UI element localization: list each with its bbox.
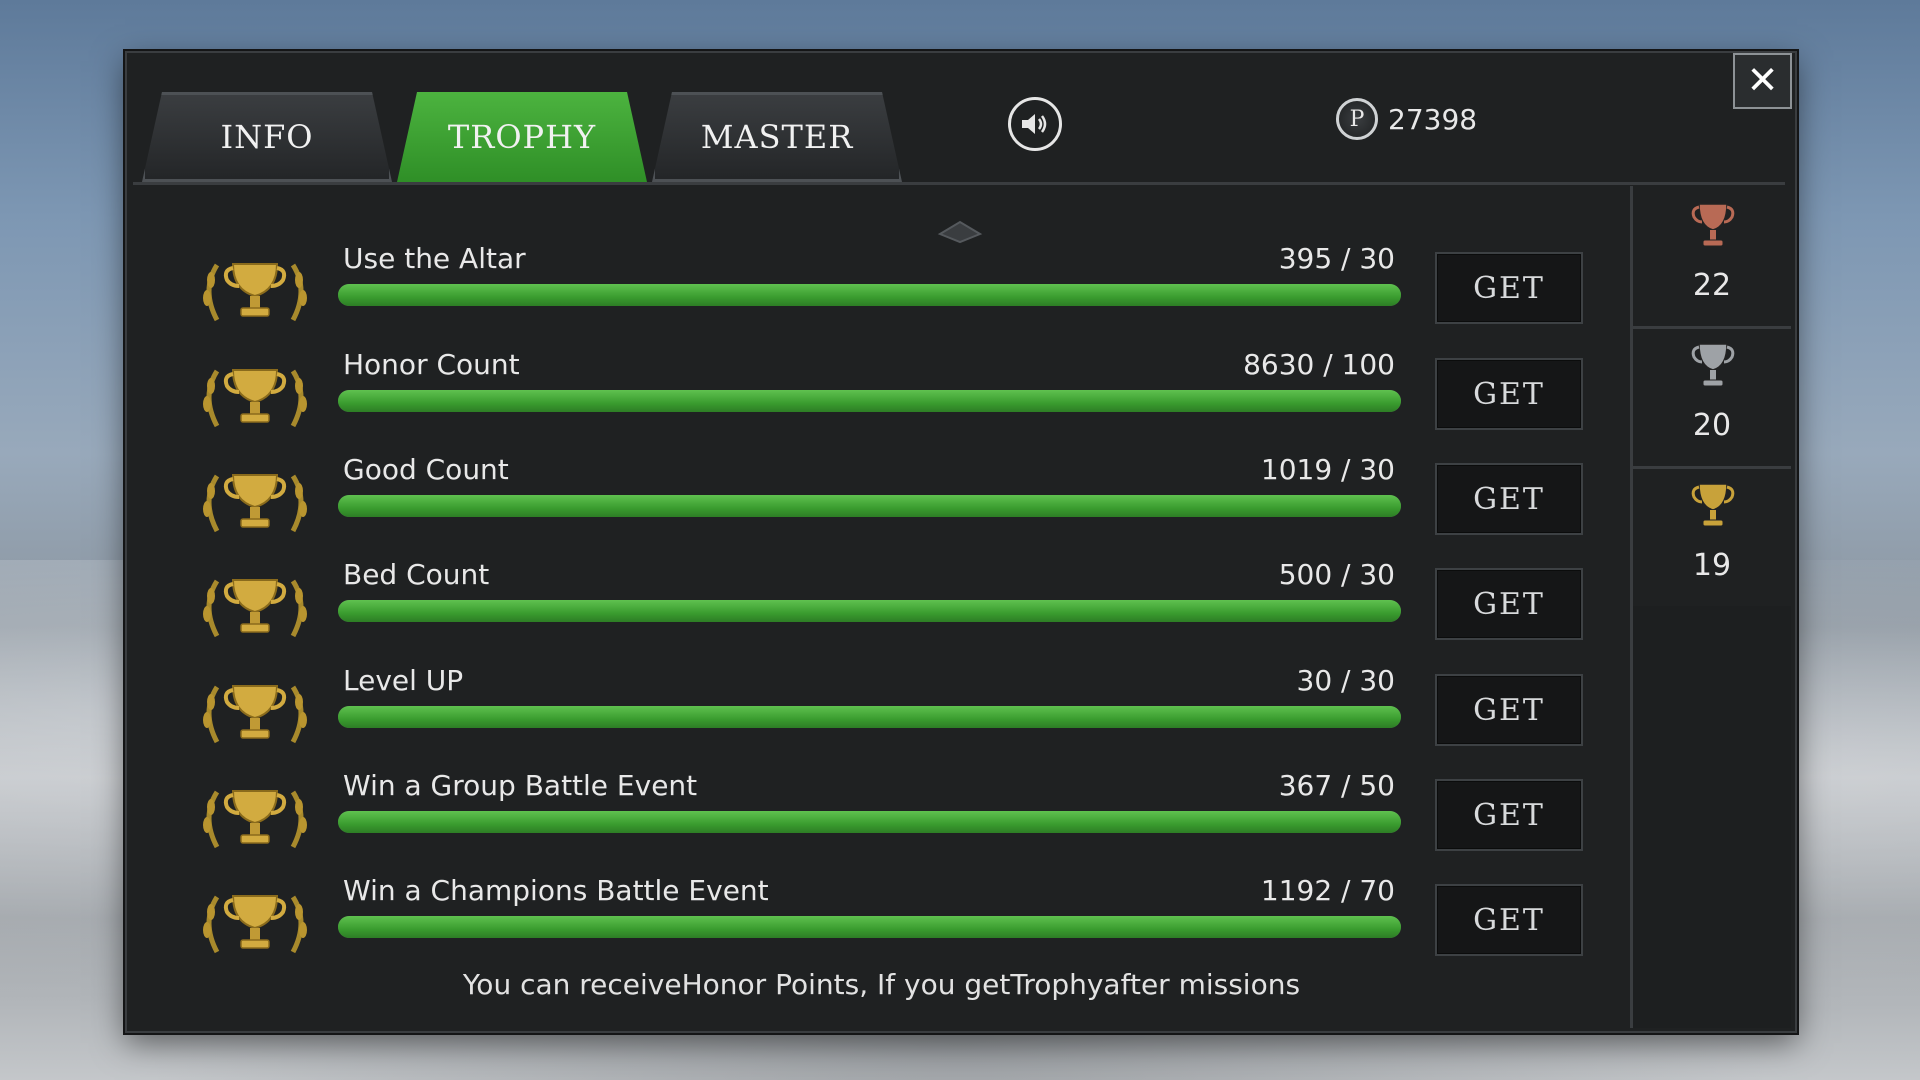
points-coin-icon: P xyxy=(1336,98,1378,140)
silver-trophy-icon xyxy=(1691,343,1735,387)
gold-trophy-icon xyxy=(195,356,315,440)
progress-bar-fill xyxy=(338,811,1401,833)
get-reward-button[interactable]: GET xyxy=(1435,252,1583,324)
get-reward-button[interactable]: GET xyxy=(1435,568,1583,640)
gold-trophy-icon xyxy=(195,882,315,966)
progress-bar-fill xyxy=(338,284,1401,306)
trophy-title: Use the Altar xyxy=(343,242,526,275)
gold-trophy-icon xyxy=(195,566,315,650)
trophy-count-value: 22 xyxy=(1692,268,1732,303)
tab-underline xyxy=(133,182,1785,185)
gold-trophy-icon xyxy=(1691,483,1735,527)
trophy-title: Bed Count xyxy=(343,558,490,591)
tab-bar: INFO TROPHY MASTER xyxy=(142,92,922,184)
trophy-row: Bed Count 500 / 30 GET xyxy=(195,548,1585,648)
progress-bar-fill xyxy=(338,916,1401,938)
trophy-progress-text: 1192 / 70 xyxy=(1260,874,1395,907)
speaker-icon xyxy=(1022,114,1047,134)
close-button[interactable]: ✕ xyxy=(1733,53,1792,109)
progress-bar-fill xyxy=(338,390,1401,412)
trophy-count-value: 19 xyxy=(1692,548,1732,583)
tab-info[interactable]: INFO xyxy=(142,92,392,182)
trophy-progress-text: 395 / 30 xyxy=(1278,242,1395,275)
gold-trophy-icon xyxy=(195,672,315,756)
progress-bar-fill xyxy=(338,706,1401,728)
trophy-count-value: 20 xyxy=(1692,408,1732,443)
progress-bar xyxy=(338,284,1401,306)
trophy-count-bronze: 22 xyxy=(1633,186,1791,329)
trophy-title: Honor Count xyxy=(343,348,520,381)
get-reward-button[interactable]: GET xyxy=(1435,463,1583,535)
trophy-count-silver: 20 xyxy=(1633,326,1791,469)
trophy-row: Use the Altar 395 / 30 GET xyxy=(195,232,1585,332)
gold-trophy-icon xyxy=(195,777,315,861)
trophy-row: Win a Champions Battle Event 1192 / 70 GET xyxy=(195,864,1585,964)
trophy-progress-text: 8630 / 100 xyxy=(1243,348,1395,381)
progress-bar xyxy=(338,706,1401,728)
gold-trophy-icon xyxy=(195,461,315,545)
trophy-progress-text: 500 / 30 xyxy=(1278,558,1395,591)
tab-trophy[interactable]: TROPHY xyxy=(397,92,647,182)
trophy-progress-text: 367 / 50 xyxy=(1278,769,1395,802)
trophy-count-gold: 19 xyxy=(1633,466,1791,609)
progress-bar xyxy=(338,600,1401,622)
get-reward-button[interactable]: GET xyxy=(1435,779,1583,851)
trophy-title: Win a Champions Battle Event xyxy=(343,874,769,907)
progress-bar xyxy=(338,495,1401,517)
sidebar-empty-area xyxy=(1633,606,1791,1028)
trophy-row: Win a Group Battle Event 367 / 50 GET xyxy=(195,759,1585,859)
points-value: 27398 xyxy=(1388,102,1478,136)
sound-toggle-button[interactable] xyxy=(1008,97,1062,151)
trophy-progress-text: 1019 / 30 xyxy=(1260,453,1395,486)
points-display: P 27398 xyxy=(1336,98,1477,140)
get-reward-button[interactable]: GET xyxy=(1435,884,1583,956)
get-reward-button[interactable]: GET xyxy=(1435,674,1583,746)
trophy-progress-text: 30 / 30 xyxy=(1296,664,1396,697)
progress-bar-fill xyxy=(338,495,1401,517)
progress-bar xyxy=(338,916,1401,938)
trophy-row: Level UP 30 / 30 GET xyxy=(195,654,1585,754)
progress-bar-fill xyxy=(338,600,1401,622)
progress-bar xyxy=(338,390,1401,412)
tab-master[interactable]: MASTER xyxy=(652,92,902,182)
bronze-trophy-icon xyxy=(1691,203,1735,247)
footer-note: You can receiveHonor Points, If you getT… xyxy=(462,968,1301,1001)
progress-bar xyxy=(338,811,1401,833)
trophy-title: Good Count xyxy=(343,453,509,486)
trophy-title: Level UP xyxy=(343,664,464,697)
trophy-row: Good Count 1019 / 30 GET xyxy=(195,443,1585,543)
gold-trophy-icon xyxy=(195,250,315,334)
trophy-row: Honor Count 8630 / 100 GET xyxy=(195,338,1585,438)
trophy-title: Win a Group Battle Event xyxy=(343,769,698,802)
get-reward-button[interactable]: GET xyxy=(1435,358,1583,430)
